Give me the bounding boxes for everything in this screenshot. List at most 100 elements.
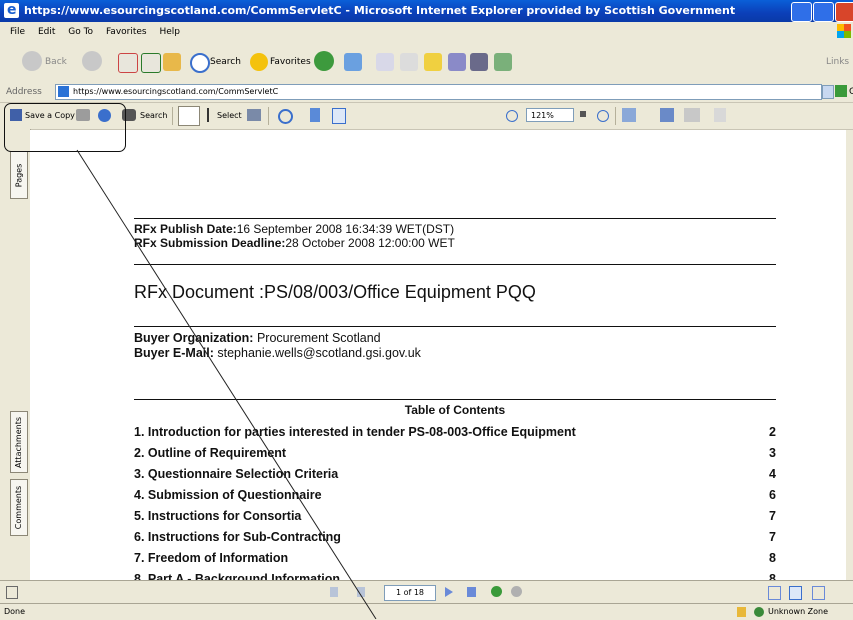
tab-comments[interactable]: Comments xyxy=(10,479,28,536)
search-button-label[interactable]: Search xyxy=(210,51,241,73)
toc-entry[interactable]: 7. Freedom of Information 8 xyxy=(134,551,776,565)
toc-entry-page: 7 xyxy=(769,530,776,544)
buyer-email-label: Buyer E-Mail: xyxy=(134,346,214,360)
go-button-label[interactable]: Go xyxy=(849,82,853,102)
minimize-button[interactable] xyxy=(791,2,812,22)
tab-attachments-label: Attachments xyxy=(14,416,24,468)
panel-toggle-icon[interactable] xyxy=(6,586,18,599)
toc-entry[interactable]: 1. Introduction for parties interested i… xyxy=(134,425,776,439)
toc-entry-page: 4 xyxy=(769,467,776,481)
messenger-icon[interactable] xyxy=(448,53,466,71)
print-icon[interactable] xyxy=(376,53,394,71)
favorites-star-icon[interactable] xyxy=(250,53,268,71)
last-page-icon[interactable] xyxy=(467,587,476,597)
single-page-icon[interactable] xyxy=(768,586,781,600)
toc-entry-label: 7. Freedom of Information xyxy=(134,551,289,565)
buyer-org-value: Procurement Scotland xyxy=(253,331,381,345)
favorites-button-label[interactable]: Favorites xyxy=(270,51,311,73)
menu-file[interactable]: File xyxy=(10,27,25,37)
pdf-navigation-bar: 1 of 18 xyxy=(0,580,853,604)
toolbar-separator xyxy=(268,107,269,125)
toc-entry-label: 1. Introduction for parties interested i… xyxy=(134,425,576,439)
toc-entry[interactable]: 8. Part A - Background Information 8 xyxy=(134,572,776,580)
maximize-button[interactable] xyxy=(813,2,834,22)
next-view-icon[interactable] xyxy=(511,586,522,597)
folder-icon[interactable] xyxy=(424,53,442,71)
toolbar-separator xyxy=(615,107,616,125)
refresh-icon[interactable] xyxy=(141,53,161,73)
buyer-org-label: Buyer Organization: xyxy=(134,331,254,345)
undo-icon[interactable] xyxy=(684,108,700,122)
menu-edit[interactable]: Edit xyxy=(38,27,55,37)
mail-icon[interactable] xyxy=(400,53,418,71)
vertical-scrollbar[interactable] xyxy=(846,130,853,580)
zoom-in-icon[interactable] xyxy=(278,109,293,124)
stop-icon[interactable] xyxy=(118,53,138,73)
fit-width-icon[interactable] xyxy=(332,108,346,124)
toc-entry-page: 8 xyxy=(769,572,776,580)
facing-pages-icon[interactable] xyxy=(812,586,825,600)
back-button-label[interactable]: Back xyxy=(45,51,67,73)
hand-tool-icon[interactable] xyxy=(178,106,200,126)
home-icon[interactable] xyxy=(163,53,181,71)
zoom-in-plus-icon[interactable] xyxy=(597,110,609,122)
address-dropdown-icon[interactable] xyxy=(822,85,834,99)
toc-entry-label: 8. Part A - Background Information xyxy=(134,572,341,580)
tab-comments-label: Comments xyxy=(14,485,24,530)
toc-entry[interactable]: 4. Submission of Questionnaire 6 xyxy=(134,488,776,502)
menu-help[interactable]: Help xyxy=(159,27,180,37)
previous-view-icon[interactable] xyxy=(491,586,502,597)
address-input[interactable]: https://www.esourcingscotland.com/CommSe… xyxy=(55,84,822,100)
zoom-out-icon[interactable] xyxy=(506,110,518,122)
status-bar: Done Unknown Zone xyxy=(0,603,853,620)
publish-date: RFx Publish Date:16 September 2008 16:34… xyxy=(134,222,454,236)
zoom-level-input[interactable]: 121% xyxy=(526,108,574,122)
publish-date-label: RFx Publish Date: xyxy=(134,222,237,236)
page-indicator: 1 of 18 xyxy=(395,588,425,597)
toc-entry-label: 5. Instructions for Consortia xyxy=(134,509,302,523)
tab-attachments[interactable]: Attachments xyxy=(10,411,28,473)
toc-entry-page: 8 xyxy=(769,551,776,565)
buyer-email-value: stephanie.wells@scotland.gsi.gov.uk xyxy=(213,346,421,360)
zoom-dropdown-icon[interactable] xyxy=(580,111,586,117)
users-icon[interactable] xyxy=(494,53,512,71)
windows-logo-icon xyxy=(837,24,851,38)
toc-entry-label: 2. Outline of Requirement xyxy=(134,446,287,460)
snapshot-icon[interactable] xyxy=(247,109,261,121)
first-page-icon[interactable] xyxy=(330,587,338,597)
comment-tool-icon[interactable] xyxy=(660,108,674,122)
page-number-input[interactable]: 1 of 18 xyxy=(384,585,436,601)
close-button[interactable] xyxy=(835,2,853,22)
links-label[interactable]: Links xyxy=(826,51,849,73)
tab-pages[interactable]: Pages xyxy=(10,151,28,199)
rotate-view-icon[interactable] xyxy=(622,108,636,122)
menu-goto[interactable]: Go To xyxy=(68,27,93,37)
publish-date-value: 16 September 2008 16:34:39 WET(DST) xyxy=(236,222,455,236)
back-arrow-icon[interactable] xyxy=(22,51,42,71)
pdf-page: RFx Publish Date:16 September 2008 16:34… xyxy=(30,130,850,580)
buyer-email: Buyer E-Mail: stephanie.wells@scotland.g… xyxy=(134,346,421,360)
search-icon[interactable] xyxy=(190,53,210,73)
toc-entry[interactable]: 5. Instructions for Consortia 7 xyxy=(134,509,776,523)
continuous-page-icon[interactable] xyxy=(789,586,802,600)
history-icon[interactable] xyxy=(344,53,362,71)
forward-arrow-icon[interactable] xyxy=(82,51,102,71)
toc-entry[interactable]: 2. Outline of Requirement 3 xyxy=(134,446,776,460)
menu-favorites[interactable]: Favorites xyxy=(106,27,147,37)
research-icon[interactable] xyxy=(470,53,488,71)
address-url: https://www.esourcingscotland.com/CommSe… xyxy=(73,87,279,96)
actual-size-icon[interactable] xyxy=(310,108,320,122)
toc-entry[interactable]: 3. Questionnaire Selection Criteria 4 xyxy=(134,467,776,481)
zoom-level-value: 121% xyxy=(531,111,554,120)
ie-icon xyxy=(4,0,19,21)
divider xyxy=(134,218,776,219)
status-text: Done xyxy=(4,607,26,616)
next-page-icon[interactable] xyxy=(445,587,453,597)
go-arrow-icon[interactable] xyxy=(835,85,847,97)
search-pdf-button[interactable]: Search xyxy=(140,107,167,125)
select-tool-button[interactable]: Select xyxy=(217,107,242,125)
copy-icon[interactable] xyxy=(714,108,726,122)
previous-page-icon[interactable] xyxy=(357,587,365,597)
toc-entry[interactable]: 6. Instructions for Sub-Contracting 7 xyxy=(134,530,776,544)
media-icon[interactable] xyxy=(314,51,334,71)
